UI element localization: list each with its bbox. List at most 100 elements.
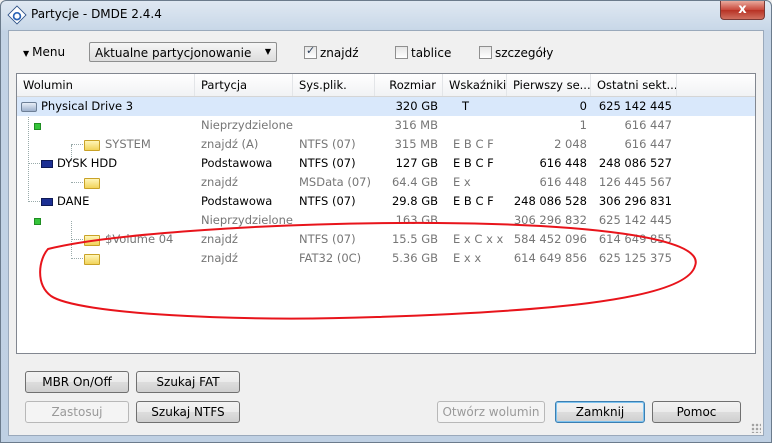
cell-rozmiar: 163 GB bbox=[395, 213, 438, 227]
table-row[interactable]: znajdź MSData (07) 64.4 GB E x 616 448 1… bbox=[17, 173, 755, 192]
cell-wskazniki: E B C F bbox=[453, 156, 494, 170]
column-header-wskazniki[interactable]: Wskaźniki bbox=[443, 74, 507, 96]
apply-button[interactable]: Zastosuj bbox=[25, 401, 129, 423]
cell-pierwszy: 584 452 096 bbox=[513, 232, 587, 246]
cell-wskazniki: E B C F bbox=[453, 137, 494, 151]
resize-grip[interactable] bbox=[751, 423, 761, 433]
checkbox-label: tablice bbox=[411, 46, 452, 60]
cell-ostatni: 616 447 bbox=[624, 137, 672, 151]
table-row[interactable]: DANE Podstawowa NTFS (07) 29.8 GB E B C … bbox=[17, 192, 755, 211]
cell-ostatni: 616 447 bbox=[624, 118, 672, 132]
help-button[interactable]: Pomoc bbox=[652, 401, 741, 423]
column-header-sysplik[interactable]: Sys.plik. bbox=[293, 74, 375, 96]
checkbox-tablice[interactable]: tablice bbox=[395, 46, 451, 60]
table-row[interactable]: Physical Drive 3 320 GB T 0 625 142 445 bbox=[17, 97, 755, 116]
menu-button[interactable]: ▼ Menu bbox=[23, 45, 65, 59]
cell-rozmiar: 29.8 GB bbox=[391, 194, 438, 208]
table-row[interactable]: DYSK HDD Podstawowa NTFS (07) 127 GB E B… bbox=[17, 154, 755, 173]
mbr-toggle-button[interactable]: MBR On/Off bbox=[25, 371, 129, 393]
cell-sysplik: NTFS (07) bbox=[299, 137, 356, 151]
column-header-ostatni[interactable]: Ostatni sekt... bbox=[591, 74, 677, 96]
tree-line bbox=[71, 258, 83, 259]
search-fat-button[interactable]: Szukaj FAT bbox=[136, 371, 240, 393]
close-button[interactable]: x bbox=[720, 1, 765, 20]
cell-ostatni: 614 649 855 bbox=[598, 232, 672, 246]
cell-wskazniki: E x bbox=[453, 175, 471, 189]
cell-ostatni: 625 125 375 bbox=[598, 251, 672, 265]
tree-line bbox=[71, 182, 83, 183]
volume-folder-icon bbox=[84, 254, 100, 265]
tree-line bbox=[28, 163, 42, 164]
cell-wskazniki: E B C F bbox=[453, 194, 494, 208]
volume-folder-icon bbox=[84, 178, 100, 189]
column-header-wolumin[interactable]: Wolumin bbox=[17, 74, 195, 96]
cell-pierwszy: 1 bbox=[579, 118, 587, 132]
cell-wolumin: $Volume 04 bbox=[105, 232, 174, 246]
cell-wolumin: DANE bbox=[57, 194, 90, 208]
table-row[interactable]: Nieprzydzielone 163 GB 306 296 832 625 1… bbox=[17, 211, 755, 230]
checkbox-znajdz[interactable]: znajdź bbox=[304, 44, 359, 60]
tree-line bbox=[28, 201, 42, 202]
close-icon: x bbox=[738, 2, 747, 17]
chevron-down-icon: ▼ bbox=[264, 47, 271, 56]
column-header-rozmiar[interactable]: Rozmiar bbox=[375, 74, 443, 96]
cell-partycja: Podstawowa bbox=[201, 194, 273, 208]
partitioning-mode-select[interactable]: Aktualne partycjonowanie ▼ bbox=[89, 42, 277, 62]
checkbox-label: znajdź bbox=[320, 46, 359, 60]
table-row[interactable]: znajdź FAT32 (0C) 5.36 GB E x x 614 649 … bbox=[17, 249, 755, 268]
cell-pierwszy: 2 048 bbox=[554, 137, 587, 151]
column-header-pierwszy[interactable]: Pierwszy se... bbox=[507, 74, 591, 96]
checkbox-box[interactable] bbox=[479, 46, 492, 59]
cell-rozmiar: 127 GB bbox=[395, 156, 438, 170]
cell-wskazniki: E x x bbox=[453, 251, 482, 265]
table-row[interactable]: Nieprzydzielone 316 MB 1 616 447 bbox=[17, 116, 755, 135]
open-volume-button[interactable]: Otwórz wolumin bbox=[437, 401, 545, 423]
cell-pierwszy: 614 649 856 bbox=[513, 251, 587, 265]
cell-pierwszy: 306 296 832 bbox=[513, 213, 587, 227]
cell-sysplik: NTFS (07) bbox=[299, 232, 356, 246]
dialog-window: Partycje - DMDE 2.4.4 x ▼ Menu Aktualne p… bbox=[0, 0, 772, 443]
partition-icon bbox=[41, 198, 53, 206]
cell-ostatni: 306 296 831 bbox=[598, 194, 672, 208]
cell-rozmiar: 316 MB bbox=[394, 118, 438, 132]
partitions-table[interactable]: Wolumin Partycja Sys.plik. Rozmiar Wskaź… bbox=[16, 73, 756, 354]
cell-ostatni: 126 445 567 bbox=[598, 175, 672, 189]
table-row[interactable]: $Volume 04 znajdź NTFS (07) 15.5 GB E x … bbox=[17, 230, 755, 249]
cell-partycja: Nieprzydzielone bbox=[201, 118, 293, 132]
table-row[interactable]: SYSTEM znajdź (A) NTFS (07) 315 MB E B C… bbox=[17, 135, 755, 154]
cell-partycja: Nieprzydzielone bbox=[201, 213, 293, 227]
column-header-partycja[interactable]: Partycja bbox=[195, 74, 293, 96]
cell-partycja: znajdź bbox=[201, 251, 238, 265]
cell-pierwszy: 616 448 bbox=[539, 156, 587, 170]
cell-partycja: znajdź (A) bbox=[201, 137, 259, 151]
checkbox-label: szczegóły bbox=[495, 46, 554, 60]
cell-partycja: znajdź bbox=[201, 175, 238, 189]
search-ntfs-button[interactable]: Szukaj NTFS bbox=[136, 401, 240, 423]
cell-sysplik: NTFS (07) bbox=[299, 194, 356, 208]
cell-ostatni: 625 142 445 bbox=[598, 213, 672, 227]
tree-line bbox=[71, 144, 83, 145]
physical-drive-icon bbox=[21, 102, 37, 112]
close-dialog-button[interactable]: Zamknij bbox=[555, 401, 645, 423]
table-body: Physical Drive 3 320 GB T 0 625 142 445 … bbox=[17, 97, 755, 268]
checkbox-box-checked[interactable] bbox=[304, 44, 317, 59]
dialog-client-area: ▼Menu Aktualne partycjonowanie ▼ znajdź … bbox=[8, 30, 764, 436]
cell-partycja: znajdź bbox=[201, 232, 238, 246]
checkbox-box[interactable] bbox=[395, 46, 408, 59]
cell-rozmiar: 64.4 GB bbox=[391, 175, 438, 189]
cell-sysplik: FAT32 (0C) bbox=[299, 251, 362, 265]
cell-partycja: Podstawowa bbox=[201, 156, 273, 170]
cell-pierwszy: 616 448 bbox=[539, 175, 587, 189]
tree-line bbox=[71, 239, 83, 240]
cell-wskazniki: T bbox=[462, 99, 470, 113]
menu-triangle-icon: ▼ bbox=[23, 49, 30, 58]
cell-ostatni: 248 086 527 bbox=[598, 156, 672, 170]
partitioning-mode-value: Aktualne partycjonowanie bbox=[95, 46, 252, 60]
cell-rozmiar: 315 MB bbox=[394, 137, 438, 151]
cell-rozmiar: 320 GB bbox=[395, 99, 438, 113]
cell-ostatni: 625 142 445 bbox=[598, 99, 672, 113]
cell-sysplik: NTFS (07) bbox=[299, 156, 356, 170]
checkbox-szczegoly[interactable]: szczegóły bbox=[479, 46, 553, 60]
dmde-app-icon bbox=[7, 5, 27, 25]
title-bar[interactable]: Partycje - DMDE 2.4.4 x bbox=[1, 1, 771, 29]
